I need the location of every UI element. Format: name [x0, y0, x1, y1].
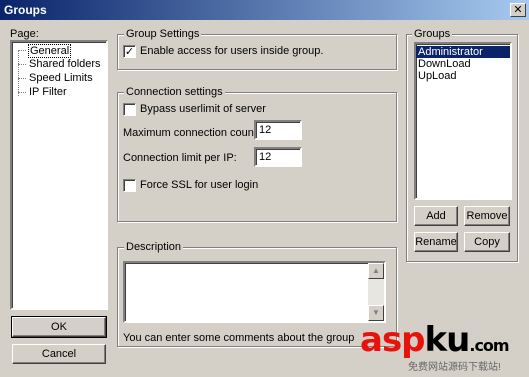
- tree-connector: [18, 64, 26, 65]
- max-connection-count-label: Maximum connection count:: [123, 127, 260, 139]
- close-icon[interactable]: ✕: [510, 3, 526, 17]
- tree-connector: [18, 50, 19, 96]
- tree-connector: [18, 78, 26, 79]
- description-scrollbar[interactable]: ▲ ▼: [368, 263, 384, 321]
- copy-group-button[interactable]: Copy: [464, 232, 510, 252]
- remove-group-button[interactable]: Remove: [464, 206, 510, 226]
- description-title: Description: [124, 241, 184, 253]
- connection-settings-title: Connection settings: [124, 86, 225, 98]
- description-textarea[interactable]: ▲ ▼: [123, 261, 386, 323]
- group-settings-title: Group Settings: [124, 28, 202, 40]
- tree-item-speed-limits[interactable]: Speed Limits: [29, 72, 93, 84]
- tree-item-ip-filter[interactable]: IP Filter: [29, 86, 67, 98]
- force-ssl-label: Force SSL for user login: [140, 179, 259, 191]
- window-title: Groups: [4, 3, 47, 17]
- scroll-up-icon[interactable]: ▲: [368, 263, 384, 279]
- watermark-brand-red: asp: [360, 320, 426, 360]
- tree-connector: [18, 50, 26, 51]
- window-title-bar: Groups ✕: [0, 0, 529, 20]
- group-item-upload[interactable]: UpLoad: [416, 70, 510, 82]
- groups-list[interactable]: Administrator DownLoad UpLoad: [414, 42, 512, 200]
- force-ssl-checkbox[interactable]: [123, 179, 136, 192]
- connection-limit-per-ip-label: Connection limit per IP:: [123, 152, 237, 164]
- watermark-subtitle: 免费网站源码下载站!: [408, 362, 501, 373]
- connection-limit-per-ip-input[interactable]: 12: [254, 147, 302, 167]
- group-item-administrator[interactable]: Administrator: [416, 46, 510, 58]
- enable-access-label: Enable access for users inside group.: [140, 45, 324, 57]
- tree-item-general[interactable]: General: [28, 44, 72, 58]
- scroll-down-icon[interactable]: ▼: [368, 305, 384, 321]
- group-item-download[interactable]: DownLoad: [416, 58, 510, 70]
- watermark-brand-black: ku: [424, 320, 471, 360]
- enable-access-checkbox[interactable]: ✓: [123, 45, 136, 58]
- bypass-userlimit-checkbox[interactable]: [123, 103, 136, 116]
- watermark-brand-com: .com: [469, 336, 509, 355]
- groups-title: Groups: [412, 28, 453, 40]
- bypass-userlimit-label: Bypass userlimit of server: [140, 103, 266, 115]
- page-tree[interactable]: General Shared folders Speed Limits IP F…: [10, 40, 108, 310]
- description-hint: You can enter some comments about the gr…: [123, 332, 355, 344]
- page-label: Page:: [10, 28, 39, 40]
- ok-button[interactable]: OK: [11, 316, 107, 338]
- tree-item-shared-folders[interactable]: Shared folders: [29, 58, 101, 70]
- add-group-button[interactable]: Add: [414, 206, 458, 226]
- rename-group-button[interactable]: Rename: [414, 232, 458, 252]
- max-connection-count-input[interactable]: 12: [254, 120, 302, 140]
- tree-connector: [18, 92, 26, 93]
- cancel-button[interactable]: Cancel: [12, 344, 106, 364]
